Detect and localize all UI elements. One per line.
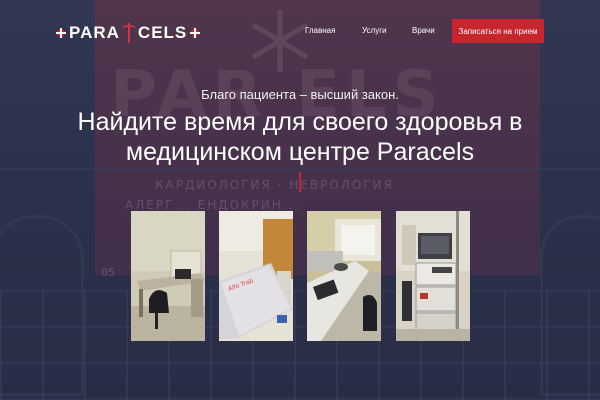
logo-text-left: PARA <box>69 23 120 42</box>
examination-couch-photo[interactable]: Alfo Trab <box>219 211 293 341</box>
hero-tagline: Благо пациента – высший закон. <box>201 87 399 102</box>
hero-title: Найдите время для своего здоровья в меди… <box>77 108 523 166</box>
book-appointment-button[interactable]: Записаться на прием <box>452 19 544 43</box>
caduceus-icon <box>121 23 136 43</box>
nav-link-doctors[interactable]: Врачи <box>412 26 435 35</box>
doctor-desk-photo[interactable] <box>307 211 381 341</box>
logo-text-right: CELS <box>137 23 188 42</box>
nav-link-services[interactable]: Услуги <box>362 26 387 35</box>
hero-divider <box>299 172 301 192</box>
office-desk-photo[interactable] <box>131 211 205 341</box>
medical-equipment-photo[interactable] <box>396 211 470 341</box>
medical-cross-icon <box>56 28 66 38</box>
medical-cross-icon <box>190 28 201 38</box>
site-header: PARA CELS Главная Услуги Врачи Записатьс… <box>0 0 600 64</box>
paracels-logo[interactable]: PARA CELS <box>56 21 201 45</box>
nav-link-home[interactable]: Главная <box>305 26 335 35</box>
